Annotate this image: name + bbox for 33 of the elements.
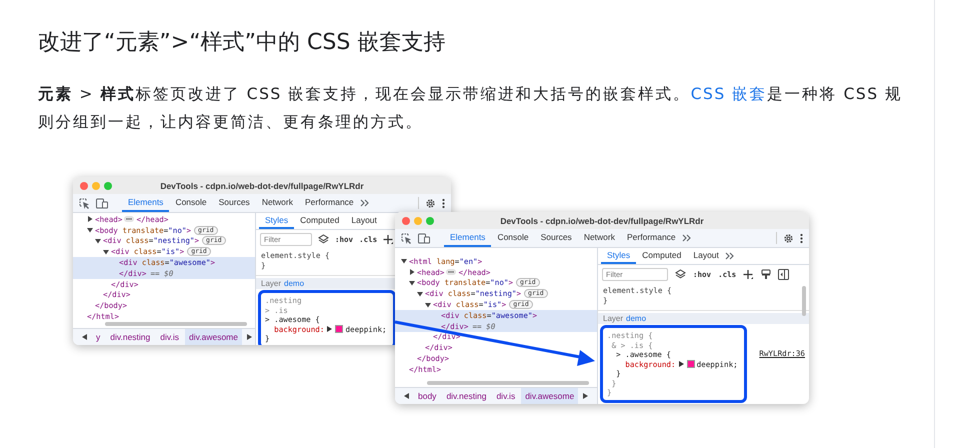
panel-tab[interactable]: Performance [299, 194, 360, 212]
breadcrumb[interactable]: div.awesome [521, 388, 578, 404]
breadcrumb[interactable]: div.awesome [185, 329, 242, 345]
panel-tab[interactable]: Performance [621, 229, 682, 247]
panel-tab[interactable]: Console [169, 194, 213, 212]
breadcrumb[interactable]: div.nesting [442, 388, 490, 404]
link[interactable]: CSS 嵌套 [690, 85, 768, 103]
panel-tab[interactable]: Elements [444, 229, 492, 247]
panel-tab[interactable]: Network [578, 229, 621, 247]
styles-tab[interactable]: Styles [601, 248, 636, 264]
breadcrumb[interactable]: div.is [156, 329, 184, 345]
layer-link[interactable]: demo [626, 314, 646, 323]
paragraph: 元素 > 样式标签页改进了 CSS 嵌套支持，现在会显示带缩进和大括号的嵌套样式。CSS 嵌套是一种将 CSS 规则分组到一起，让内容更简洁、更有条理的方式。 [38, 84, 904, 133]
breadcrumb[interactable]: body [414, 388, 440, 404]
breadcrumb[interactable]: y [92, 329, 104, 345]
panel-tab[interactable]: Console [491, 229, 535, 247]
panel-tab[interactable]: Elements [122, 194, 170, 212]
styles-tab[interactable]: Layout [345, 213, 383, 229]
styles-tab[interactable]: Computed [636, 248, 688, 264]
panel-tab[interactable]: Sources [212, 194, 256, 212]
window-title: DevTools - cdpn.io/web-dot-dev/fullpage/RwYLRdr [160, 180, 364, 190]
breadcrumb[interactable]: div.nesting [106, 329, 154, 345]
layer-label: Layer [261, 279, 282, 288]
styles-tab[interactable]: Styles [259, 213, 294, 229]
panel-tab[interactable]: Sources [534, 229, 578, 247]
styles-tab[interactable]: Computed [294, 213, 346, 229]
layer-label: Layer [603, 314, 624, 323]
window-title: DevTools - cdpn.io/web-dot-dev/fullpage/RwYLRdr [500, 216, 704, 226]
styles-tab[interactable]: Layout [687, 248, 725, 264]
panel-tab[interactable]: Network [256, 194, 299, 212]
heading: 改进了“元素”>“样式”中的 CSS 嵌套支持 [37, 29, 446, 57]
breadcrumb[interactable]: div.is [492, 388, 520, 404]
layer-link[interactable]: demo [284, 279, 304, 288]
